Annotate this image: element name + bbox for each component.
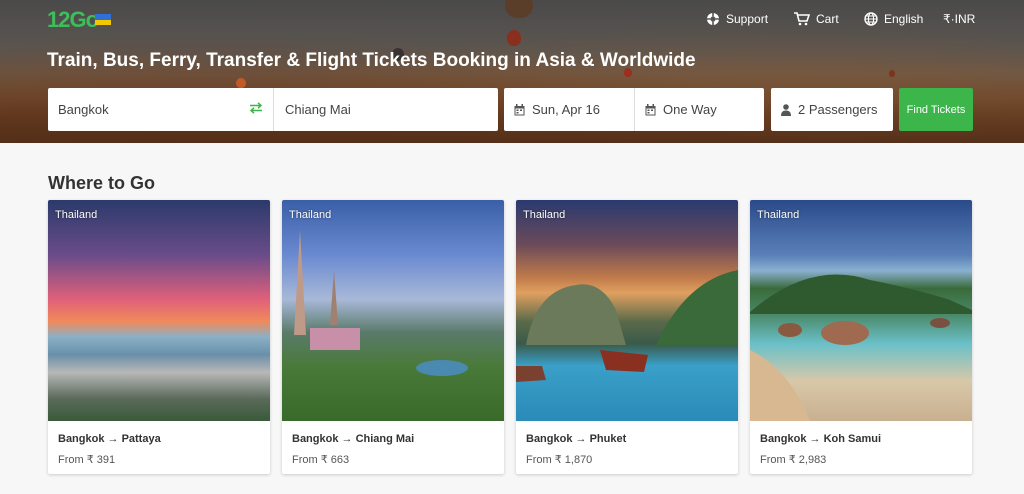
logo-text: 12Go xyxy=(47,7,99,32)
to-field[interactable]: Chiang Mai xyxy=(273,88,498,131)
country-tag: Thailand xyxy=(757,209,800,221)
country-tag: Thailand xyxy=(523,209,566,221)
trip-type-field[interactable]: One Way xyxy=(634,88,764,131)
language-label: English xyxy=(884,12,924,26)
price-label: From ₹ 391 xyxy=(58,454,116,466)
support-label: Support xyxy=(726,12,769,26)
date-value: Sun, Apr 16 xyxy=(532,102,600,117)
price-label: From ₹ 2,983 xyxy=(760,454,827,466)
support-link[interactable]: Support xyxy=(706,12,768,26)
route-label: Bangkok → Pattaya xyxy=(58,433,161,445)
swap-icon[interactable] xyxy=(249,102,263,117)
destination-image: Thailand xyxy=(282,200,504,421)
from-field[interactable]: Bangkok xyxy=(48,88,273,131)
beach-illustration xyxy=(750,274,972,421)
pagoda-illustration xyxy=(294,230,468,376)
cart-label: Cart xyxy=(816,12,839,26)
calendar-icon xyxy=(514,103,525,116)
destination-card[interactable]: Thailand Bangkok → Chiang Mai From ₹ 663 xyxy=(282,200,504,474)
from-value: Bangkok xyxy=(58,102,109,117)
user-icon xyxy=(781,103,791,116)
top-navigation: 12Go Support Cart English ₹·INR xyxy=(0,0,1024,40)
passengers-value: 2 Passengers xyxy=(798,102,878,117)
ukraine-flag-icon xyxy=(95,14,111,25)
hero-banner: 12Go Support Cart English ₹·INR Train, B… xyxy=(0,0,1024,143)
find-tickets-button[interactable]: Find Tickets xyxy=(899,88,973,131)
route-label: Bangkok → Koh Samui xyxy=(760,433,882,445)
destination-image: Thailand xyxy=(750,200,972,421)
destination-image: Thailand xyxy=(516,200,738,421)
cart-link[interactable]: Cart xyxy=(794,12,839,26)
destination-card[interactable]: Thailand Bangkok → Koh Samui From ₹ 2,98… xyxy=(750,200,972,474)
destination-card[interactable]: Thailand Bangkok → Pattaya From ₹ 391 xyxy=(48,200,270,474)
trip-type-value: One Way xyxy=(663,102,717,117)
calendar-icon xyxy=(645,103,656,116)
globe-icon xyxy=(864,12,878,26)
price-label: From ₹ 663 xyxy=(292,454,350,466)
currency-label: ₹·INR xyxy=(943,12,976,26)
route-label: Bangkok → Chiang Mai xyxy=(292,433,415,445)
to-value: Chiang Mai xyxy=(285,102,351,117)
balloon-shape xyxy=(236,78,246,88)
language-selector[interactable]: English xyxy=(864,12,923,26)
price-label: From ₹ 1,870 xyxy=(526,454,593,466)
lifebuoy-icon xyxy=(706,12,720,26)
cart-icon xyxy=(794,12,810,26)
route-label: Bangkok → Phuket xyxy=(526,433,627,445)
destination-image: Thailand xyxy=(48,200,270,421)
date-field[interactable]: Sun, Apr 16 xyxy=(504,88,634,131)
currency-selector[interactable]: ₹·INR xyxy=(943,12,975,26)
logo[interactable]: 12Go xyxy=(47,6,99,34)
passengers-field[interactable]: 2 Passengers xyxy=(771,88,893,131)
page-headline: Train, Bus, Ferry, Transfer & Flight Tic… xyxy=(47,50,696,71)
destination-card[interactable]: Thailand Bangkok → Phuket From ₹ 1,870 xyxy=(516,200,738,474)
island-illustration xyxy=(516,270,738,382)
country-tag: Thailand xyxy=(289,209,332,221)
country-tag: Thailand xyxy=(55,209,98,221)
balloon-shape xyxy=(889,70,895,77)
section-title: Where to Go xyxy=(48,173,155,193)
